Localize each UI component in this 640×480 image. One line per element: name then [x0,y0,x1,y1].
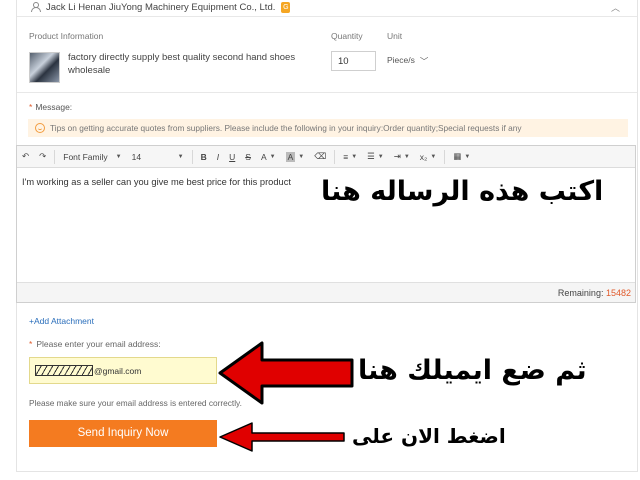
product-thumbnail [29,52,60,83]
remaining-counter: Remaining: 15482 [558,288,631,298]
caret-down-icon: ▼ [351,153,358,160]
font-size-value: 14 [131,151,142,162]
caret-down-icon: ▼ [464,153,471,160]
red-arrow-icon [218,341,354,405]
column-header-quantity: Quantity [331,31,363,41]
caret-down-icon: ▼ [115,153,122,160]
redo-icon[interactable]: ↷ [34,146,51,167]
supplier-header: Jack Li Henan JiuYong Machinery Equipmen… [30,0,291,14]
remaining-label: Remaining: [557,288,604,298]
message-editor: ↶ ↷ Font Family ▼ 14 ▼ B I U S A ▼ A ▼ ⌫… [16,145,636,303]
font-color-icon: A [260,151,267,162]
editor-toolbar: ↶ ↷ Font Family ▼ 14 ▼ B I U S A ▼ A ▼ ⌫… [17,146,635,168]
chevron-up-icon[interactable]: ︿ [611,1,620,14]
bold-button[interactable]: B [196,146,212,167]
toolbar-divider [444,149,446,164]
toolbar-divider [191,149,193,164]
remaining-count: 15482 [605,288,631,298]
tips-banner: Tips on getting accurate quotes from sup… [28,119,628,137]
subscript-button[interactable]: x₂ ▼ [415,146,442,167]
gold-supplier-badge-icon: G [281,1,291,13]
editor-footer: Remaining: 15482 [17,282,635,302]
toolbar-divider [54,149,56,164]
email-label-text: Please enter your email address: [36,339,161,349]
indent-button[interactable]: ⇥ ▼ [389,146,415,167]
font-color-button[interactable]: A ▼ [256,146,281,167]
required-mark: * [29,339,33,349]
supplier-name[interactable]: Jack Li Henan JiuYong Machinery Equipmen… [46,2,275,13]
email-field[interactable]: @gmail.com [29,357,217,384]
caret-down-icon: ▼ [403,153,410,160]
align-left-icon: ≡ [343,151,349,162]
subscript-icon: x₂ [419,151,428,162]
annotation-write-message: اكتب هذه الرساله هنا [321,176,604,207]
message-label: * Message: [29,102,72,112]
unit-value: Piece/s [387,55,415,65]
table-icon: ▦ [453,151,462,161]
clear-format-icon[interactable]: ⌫ [309,146,331,167]
highlight-button[interactable]: A ▼ [281,146,310,167]
caret-down-icon: ▼ [377,153,384,160]
quantity-input[interactable] [331,51,376,71]
list-button[interactable]: ☰ ▼ [362,146,389,167]
caret-down-icon: ▼ [269,153,276,160]
email-domain: @gmail.com [94,365,142,376]
undo-icon[interactable]: ↶ [17,146,34,167]
add-attachment-link[interactable]: +Add Attachment [29,316,94,326]
red-arrow-icon [219,422,345,452]
message-label-text: Message: [35,102,73,112]
required-mark: * [29,102,33,112]
font-family-label: Font Family [63,151,108,162]
redacted-email-mask [35,365,93,376]
highlight-icon: A [285,151,296,162]
underline-button[interactable]: U [224,146,240,167]
strikethrough-button[interactable]: S [240,146,256,167]
toolbar-divider [334,149,336,164]
italic-button[interactable]: I [212,146,224,167]
unit-select[interactable]: Piece/s ﹀ [387,55,428,67]
divider [17,92,637,93]
email-label: * Please enter your email address: [29,339,161,349]
list-icon: ☰ [367,151,375,161]
caret-down-icon: ▼ [430,153,437,160]
email-note: Please make sure your email address is e… [29,398,242,408]
caret-down-icon: ▼ [298,153,305,160]
font-family-select[interactable]: Font Family ▼ [58,146,126,167]
divider [17,16,637,17]
add-attachment-label: Add Attachment [33,316,94,326]
chevron-down-icon: ﹀ [419,56,429,66]
align-button[interactable]: ≡ ▼ [338,146,362,167]
send-inquiry-button[interactable]: Send Inquiry Now [29,420,217,447]
tips-text: Tips on getting accurate quotes from sup… [50,123,522,133]
column-header-product: Product Information [29,31,104,41]
product-name: factory directly supply best quality sec… [68,52,296,76]
smile-icon [35,123,45,133]
indent-icon: ⇥ [393,151,401,161]
column-header-unit: Unit [387,31,403,41]
table-button[interactable]: ▦ ▼ [448,146,475,167]
font-size-select[interactable]: 14 ▼ [127,146,189,167]
person-icon [30,2,41,12]
annotation-enter-email: ثم ضع ايميلك هنا [358,355,587,386]
caret-down-icon: ▼ [177,153,184,160]
annotation-press-now: اضغط الان على [352,424,506,448]
